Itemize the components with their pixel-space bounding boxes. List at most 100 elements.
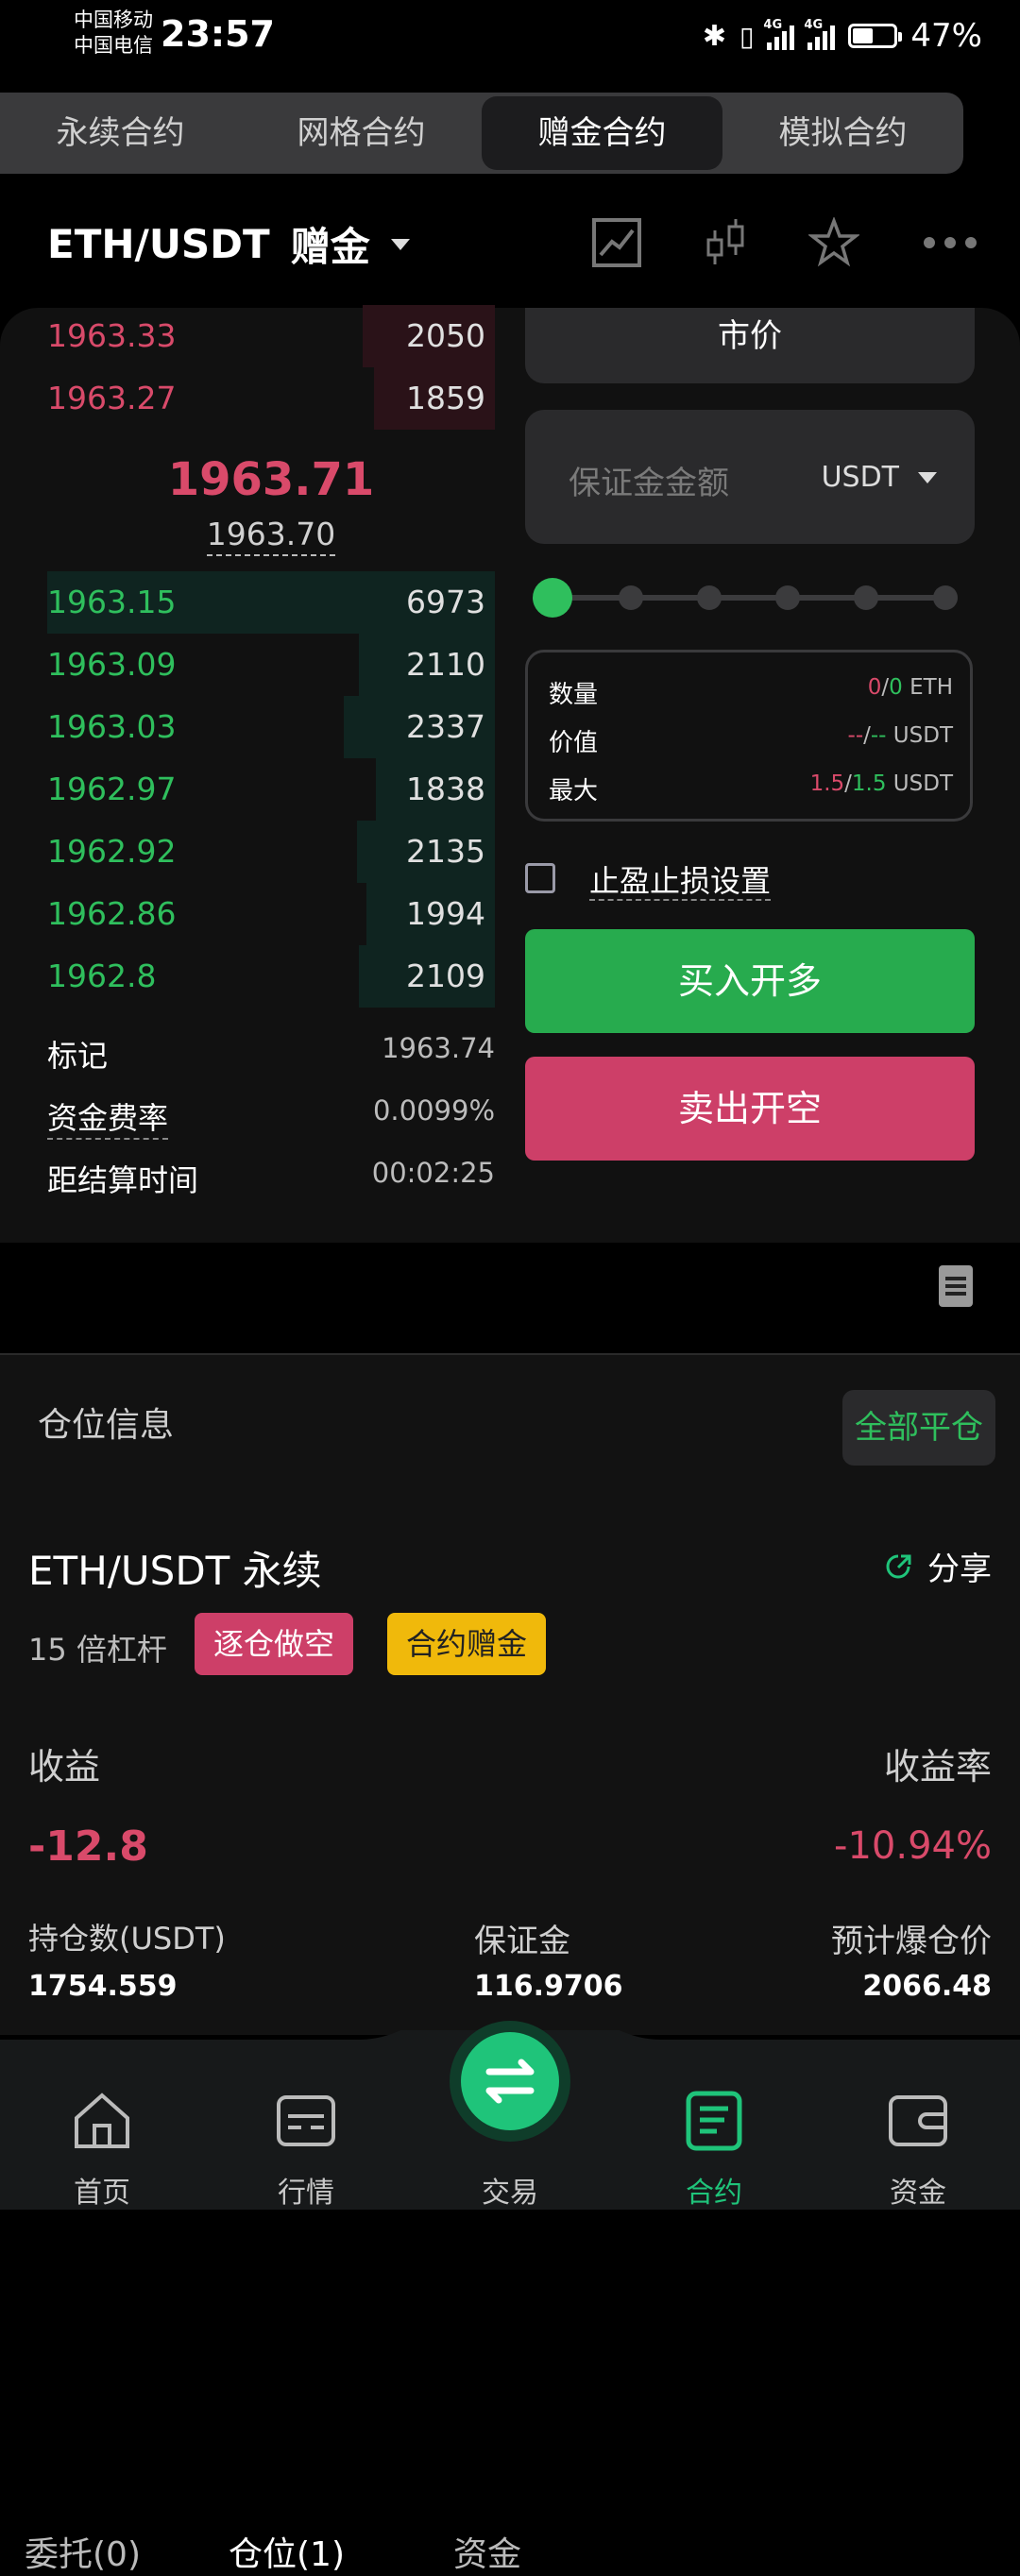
bid-price: 1962.92: [47, 833, 177, 870]
order-summary: 数量 0/0 ETH 价值 --/-- USDT 最大 1.5/1.5 USDT: [525, 650, 973, 822]
max-value: 1.5/1.5 USDT: [809, 771, 953, 796]
position-section-title: 仓位信息: [38, 1406, 175, 1445]
home-icon: [75, 2093, 129, 2148]
ask-qty: 1859: [406, 380, 485, 416]
order-book-bid-row[interactable]: 1963.15 6973: [47, 571, 495, 634]
mark-price: 1963.70: [47, 516, 495, 556]
margin-amount-input[interactable]: 保证金金额 USDT: [525, 410, 975, 544]
bluetooth-icon: ✱: [702, 19, 726, 53]
summary-qty-row: 数量 0/0 ETH: [549, 675, 953, 709]
pair-selector[interactable]: ETH/USDT 赠金: [47, 215, 410, 273]
list-icon[interactable]: [939, 1265, 973, 1307]
tab-grid[interactable]: 网格合约: [241, 93, 482, 174]
liq-value: 2066.48: [862, 1970, 992, 2003]
pnl-value: -12.8: [28, 1822, 148, 1871]
size-label: 持仓数(USDT): [28, 1921, 226, 1957]
slider-step[interactable]: [775, 585, 800, 610]
tab-bonus[interactable]: 赠金合约: [482, 96, 722, 170]
nav-assets[interactable]: 资金: [852, 2082, 984, 2210]
contract-mode-tabs: 永续合约 网格合约 赠金合约 模拟合约: [0, 93, 963, 174]
share-button[interactable]: 分享: [882, 1543, 992, 1589]
nav-home[interactable]: 首页: [36, 2082, 168, 2210]
tpsl-label[interactable]: 止盈止损设置: [589, 857, 772, 901]
contract-icon: [686, 2091, 742, 2151]
tab-simulated[interactable]: 模拟合约: [722, 93, 963, 174]
value-label: 价值: [549, 729, 599, 757]
swap-icon: [485, 2059, 535, 2104]
bid-qty: 6973: [406, 584, 485, 620]
summary-max-row: 最大 1.5/1.5 USDT: [549, 771, 953, 805]
slider-step[interactable]: [933, 585, 958, 610]
candlestick-icon[interactable]: [705, 217, 746, 268]
clock: 23:57: [161, 13, 275, 55]
battery-percent: 47%: [910, 17, 982, 55]
ask-qty: 2050: [406, 317, 485, 354]
funding-info-row[interactable]: 资金费率 0.0099%: [47, 1094, 495, 1140]
slider-step[interactable]: [854, 585, 878, 610]
nav-market[interactable]: 行情: [240, 2082, 372, 2210]
battery-icon: [848, 24, 903, 48]
nav-home-label: 首页: [74, 2177, 130, 2210]
slider-step[interactable]: [697, 585, 722, 610]
order-book-bid-row[interactable]: 1962.97 1838: [47, 758, 495, 821]
share-icon: [886, 1554, 911, 1578]
order-book-bid-row[interactable]: 1962.8 2109: [47, 945, 495, 1008]
settle-info-row: 距结算时间 00:02:25: [47, 1157, 495, 1198]
chart-icon[interactable]: [591, 217, 642, 268]
bid-price: 1963.15: [47, 584, 177, 620]
order-type-select[interactable]: 市价: [525, 308, 975, 383]
funding-value: 0.0099%: [372, 1094, 495, 1127]
nav-market-label: 行情: [278, 2177, 334, 2210]
more-icon[interactable]: [922, 233, 978, 252]
last-price: 1963.71: [167, 453, 375, 506]
sell-short-button[interactable]: 卖出开空: [525, 1057, 975, 1161]
qty-value: 0/0 ETH: [867, 675, 953, 700]
bid-price: 1962.97: [47, 771, 177, 807]
header-actions: [591, 217, 978, 268]
tag-isolated-short: 逐仓做空: [195, 1613, 354, 1675]
order-book-bid-row[interactable]: 1963.09 2110: [47, 634, 495, 696]
trade-fab[interactable]: [461, 2032, 559, 2130]
carrier-1: 中国移动: [74, 8, 153, 31]
mark-label: 标记: [47, 1038, 109, 1074]
currency-label[interactable]: USDT: [822, 461, 899, 494]
carrier-2: 中国电信: [74, 34, 153, 57]
margin-placeholder: 保证金金额: [569, 465, 729, 502]
caret-down-icon: [390, 238, 410, 250]
tab-assets[interactable]: 资金: [453, 2527, 521, 2576]
order-type-label: 市价: [718, 317, 782, 355]
order-book-bid-row[interactable]: 1963.03 2337: [47, 696, 495, 758]
tab-orders[interactable]: 委托(0): [25, 2527, 141, 2576]
mark-info-row: 标记 1963.74: [47, 1032, 495, 1074]
bid-price: 1962.86: [47, 895, 177, 932]
nav-contract[interactable]: 合约: [648, 2082, 780, 2210]
slider-step[interactable]: [619, 585, 643, 610]
bid-qty: 1994: [406, 895, 485, 932]
pnl-label: 收益: [28, 1746, 101, 1788]
tab-perpetual[interactable]: 永续合约: [0, 93, 241, 174]
bid-price: 1963.03: [47, 708, 177, 745]
wallet-icon: [889, 2095, 947, 2146]
tag-contract-bonus: 合约赠金: [387, 1613, 547, 1675]
tab-positions[interactable]: 仓位(1): [229, 2527, 345, 2576]
settle-label: 距结算时间: [47, 1162, 199, 1198]
pnl-rate-label: 收益率: [883, 1746, 992, 1788]
star-icon[interactable]: [808, 217, 859, 268]
order-book-bid-row[interactable]: 1962.92 2135: [47, 821, 495, 883]
bid-qty: 1838: [406, 771, 485, 807]
order-book-ask-row[interactable]: 1963.27 1859: [47, 367, 495, 430]
order-book-bid-row[interactable]: 1962.86 1994: [47, 883, 495, 945]
close-all-button[interactable]: 全部平仓: [842, 1390, 995, 1466]
leverage-label: 15 倍杠杆: [28, 1632, 167, 1668]
bid-price: 1962.8: [47, 958, 157, 994]
order-book-ask-row[interactable]: 1963.33 2050: [47, 305, 495, 367]
market-icon: [277, 2095, 335, 2146]
buy-long-button[interactable]: 买入开多: [525, 929, 975, 1033]
amount-slider[interactable]: [552, 595, 948, 601]
slider-handle[interactable]: [533, 578, 572, 618]
bid-qty: 2110: [406, 646, 485, 683]
value-value: --/-- USDT: [847, 723, 953, 748]
pair-badge: 赠金: [290, 224, 370, 270]
qty-label: 数量: [549, 681, 599, 709]
tpsl-checkbox[interactable]: [525, 863, 555, 893]
